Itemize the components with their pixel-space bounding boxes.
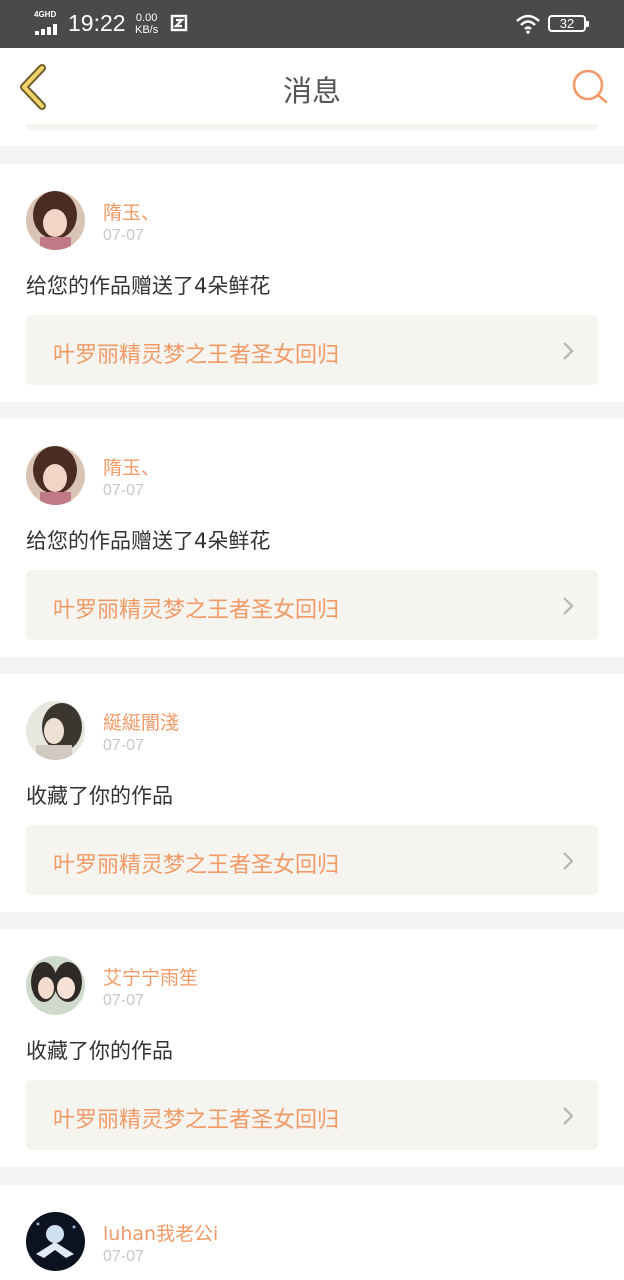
message-card: 隋玉、 07-07 给您的作品赠送了4朵鲜花 叶罗丽精灵梦之王者圣女回归 <box>0 164 624 402</box>
cellular-signal-icon: 4GHD <box>34 10 62 36</box>
message-date: 07-07 <box>103 227 144 244</box>
work-link[interactable]: 叶罗丽精灵梦之王者圣女回归 <box>26 315 598 385</box>
message-date: 07-07 <box>103 1248 144 1265</box>
speed-value: 0.00 <box>135 12 158 24</box>
work-title: 叶罗丽精灵梦之王者圣女回归 <box>53 598 340 623</box>
message-date: 07-07 <box>103 992 144 1009</box>
battery-level: 32 <box>559 16 575 31</box>
work-title: 叶罗丽精灵梦之王者圣女回归 <box>53 853 340 878</box>
message-text: 收藏了你的作品 <box>26 784 173 808</box>
message-text: 收藏了你的作品 <box>26 1039 173 1063</box>
page-title: 消息 <box>282 74 341 108</box>
message-card: 艾宁宁雨笙 07-07 收藏了你的作品 叶罗丽精灵梦之王者圣女回归 <box>0 929 624 1167</box>
avatar[interactable] <box>26 1212 85 1271</box>
message-card: 隋玉、 07-07 给您的作品赠送了4朵鲜花 叶罗丽精灵梦之王者圣女回归 <box>0 419 624 657</box>
screenshot-icon <box>170 14 188 32</box>
work-title: 叶罗丽精灵梦之王者圣女回归 <box>53 343 340 368</box>
chevron-right-icon <box>563 1107 574 1125</box>
username[interactable]: 隋玉、 <box>103 453 160 480</box>
username[interactable]: 艾宁宁雨笙 <box>103 963 198 990</box>
battery-icon: 32 <box>548 15 589 32</box>
search-icon[interactable] <box>570 66 610 106</box>
avatar[interactable] <box>26 191 85 250</box>
previous-work-link[interactable] <box>26 124 598 131</box>
message-text: 给您的作品赠送了4朵鲜花 <box>26 274 271 298</box>
work-link[interactable]: 叶罗丽精灵梦之王者圣女回归 <box>26 1080 598 1150</box>
work-link[interactable]: 叶罗丽精灵梦之王者圣女回归 <box>26 825 598 895</box>
username[interactable]: 隋玉、 <box>103 198 160 225</box>
message-date: 07-07 <box>103 737 144 754</box>
speed-unit: KB/s <box>135 24 159 36</box>
clock: 19:22 <box>68 10 126 36</box>
work-link[interactable]: 叶罗丽精灵梦之王者圣女回归 <box>26 570 598 640</box>
message-card: 綖綖闇淺 07-07 收藏了你的作品 叶罗丽精灵梦之王者圣女回归 <box>0 674 624 912</box>
wifi-icon <box>516 14 540 34</box>
chevron-right-icon <box>563 597 574 615</box>
work-title: 叶罗丽精灵梦之王者圣女回归 <box>53 1108 340 1133</box>
chevron-right-icon <box>563 342 574 360</box>
username[interactable]: 綖綖闇淺 <box>103 708 179 735</box>
avatar[interactable] <box>26 701 85 760</box>
avatar[interactable] <box>26 956 85 1015</box>
message-card: luhan我老公i 07-07 <box>0 1185 624 1280</box>
avatar[interactable] <box>26 446 85 505</box>
network-speed: 0.00 KB/s <box>135 12 158 36</box>
app-header: 消息 <box>0 48 624 125</box>
status-bar: 4GHD 19:22 0.00 KB/s 32 <box>0 0 624 48</box>
chevron-right-icon <box>563 852 574 870</box>
username[interactable]: luhan我老公i <box>103 1219 218 1246</box>
message-text: 给您的作品赠送了4朵鲜花 <box>26 529 271 553</box>
network-type: 4GHD <box>34 10 57 19</box>
message-date: 07-07 <box>103 482 144 499</box>
